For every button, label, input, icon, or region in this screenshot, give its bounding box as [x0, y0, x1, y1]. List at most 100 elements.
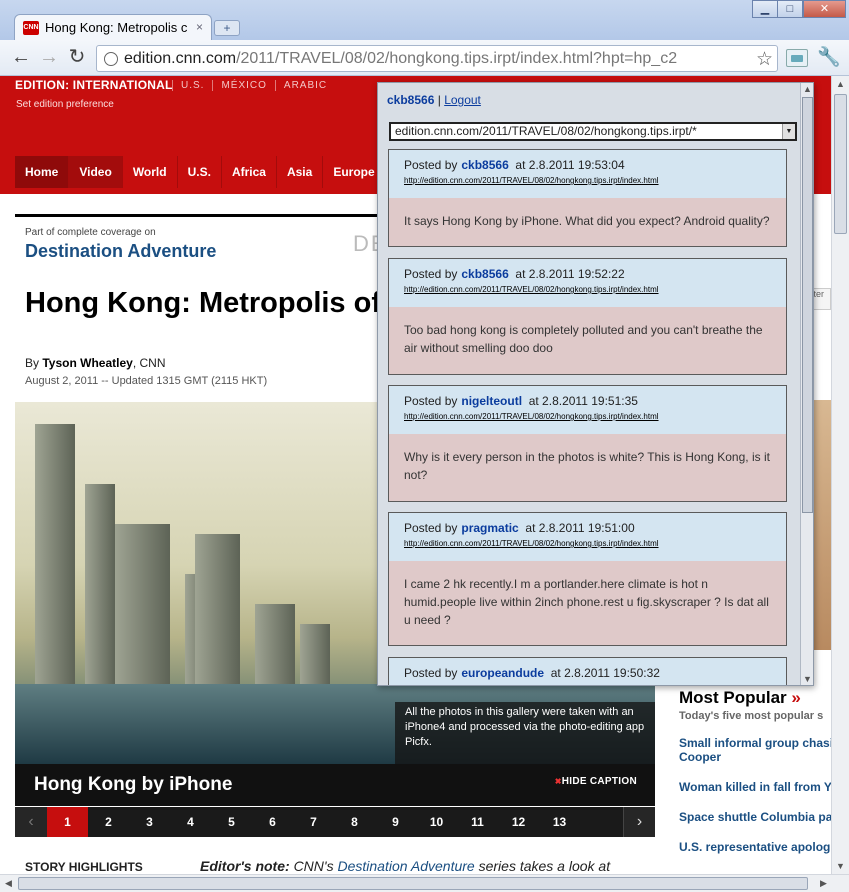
- forward-button[interactable]: →: [38, 47, 60, 69]
- comment-meta: Posted by ckb8566 at 2.8.2011 19:52:22: [404, 267, 786, 281]
- browser-tab[interactable]: CNN Hong Kong: Metropolis c ×: [14, 14, 212, 40]
- pager-page[interactable]: 12: [498, 807, 539, 837]
- nav-asia[interactable]: Asia: [276, 156, 324, 188]
- reload-button[interactable]: ↻: [66, 47, 88, 69]
- nav-us[interactable]: U.S.: [177, 156, 222, 188]
- nav-video[interactable]: Video: [69, 156, 123, 188]
- popup-username[interactable]: ckb8566: [387, 93, 434, 107]
- popular-item[interactable]: Small informal group chasi: [679, 736, 831, 750]
- popup-user-bar: ckb8566 | Logout: [387, 93, 481, 107]
- pager-page[interactable]: 11: [457, 807, 498, 837]
- comment-card: Posted by europeandude at 2.8.2011 19:50:…: [388, 657, 787, 685]
- hide-caption-button[interactable]: HIDE CAPTION: [555, 776, 637, 787]
- wrench-icon[interactable]: 🔧: [817, 45, 841, 69]
- star-icon[interactable]: ☆: [756, 48, 773, 71]
- popular-item[interactable]: Space shuttle Columbia pa: [679, 810, 831, 824]
- comment-user[interactable]: nigelteoutl: [461, 394, 522, 408]
- pager-next-button[interactable]: ›: [623, 807, 655, 837]
- scroll-down-icon[interactable]: ▼: [803, 674, 812, 684]
- close-window-button[interactable]: ✕: [803, 0, 846, 18]
- comment-user[interactable]: europeandude: [461, 666, 544, 680]
- most-popular-panel: Most Popular Today's five most popular s…: [667, 688, 831, 854]
- pager-page[interactable]: 8: [334, 807, 375, 837]
- logout-link[interactable]: Logout: [444, 93, 481, 107]
- pager-page[interactable]: 3: [129, 807, 170, 837]
- scroll-thumb[interactable]: [18, 877, 808, 890]
- pager-page[interactable]: 9: [375, 807, 416, 837]
- most-popular-heading[interactable]: Most Popular: [679, 688, 831, 708]
- browser-toolbar: ← → ↻ edition.cnn.com/2011/TRAVEL/08/02/…: [0, 40, 849, 76]
- comment-card: Posted by nigelteoutl at 2.8.2011 19:51:3…: [388, 385, 787, 502]
- popular-item[interactable]: Woman killed in fall from Yo: [679, 780, 831, 794]
- set-edition-link[interactable]: Set edition preference: [16, 99, 114, 110]
- comment-card: Posted by pragmatic at 2.8.2011 19:51:00 …: [388, 512, 787, 646]
- author-name[interactable]: Tyson Wheatley: [42, 356, 132, 370]
- comment-user[interactable]: ckb8566: [461, 158, 508, 172]
- pager-prev-button[interactable]: ‹: [15, 807, 47, 837]
- page-vertical-scrollbar[interactable]: ▲ ▼: [831, 76, 849, 874]
- most-popular-sub: Today's five most popular s: [679, 710, 824, 722]
- article-byline: By Tyson Wheatley, CNN: [25, 356, 166, 370]
- popular-item[interactable]: Cooper: [679, 750, 831, 764]
- gallery-title: Hong Kong by iPhone: [34, 774, 233, 795]
- scroll-left-icon[interactable]: ◀: [5, 878, 12, 889]
- address-url[interactable]: edition.cnn.com/2011/TRAVEL/08/02/hongko…: [124, 50, 677, 68]
- comment-link[interactable]: http://edition.cnn.com/2011/TRAVEL/08/02…: [404, 412, 786, 421]
- comment-meta: Posted by pragmatic at 2.8.2011 19:51:00: [404, 521, 786, 535]
- pager-page[interactable]: 7: [293, 807, 334, 837]
- pager-page[interactable]: 1: [47, 807, 88, 837]
- editors-note-link[interactable]: Destination Adventure: [337, 858, 474, 874]
- cnn-favicon-icon: CNN: [23, 21, 39, 35]
- scroll-thumb[interactable]: [834, 94, 847, 234]
- comment-posted-by: Posted by: [404, 394, 458, 408]
- maximize-button[interactable]: □: [777, 0, 803, 18]
- scroll-up-icon[interactable]: ▲: [803, 84, 812, 94]
- photo-building: [195, 534, 240, 694]
- pager-page[interactable]: 5: [211, 807, 252, 837]
- pager-page[interactable]: 10: [416, 807, 457, 837]
- chevron-down-icon[interactable]: ▼: [782, 124, 795, 139]
- extension-icon[interactable]: [786, 49, 808, 67]
- byline-source: , CNN: [132, 356, 166, 370]
- comment-user[interactable]: ckb8566: [461, 267, 508, 281]
- pager-page[interactable]: 2: [88, 807, 129, 837]
- comments-popup: ckb8566 | Logout edition.cnn.com/2011/TR…: [377, 82, 814, 686]
- comment-header: Posted by ckb8566 at 2.8.2011 19:52:22 ht…: [389, 259, 786, 307]
- globe-icon: [104, 52, 118, 66]
- comment-posted-by: Posted by: [404, 521, 458, 535]
- new-tab-button[interactable]: +: [214, 20, 240, 36]
- story-highlights-heading: STORY HIGHLIGHTS: [25, 860, 143, 874]
- address-bar[interactable]: edition.cnn.com/2011/TRAVEL/08/02/hongko…: [96, 45, 778, 72]
- edition-link-arabic[interactable]: ARABIC: [274, 80, 336, 91]
- coverage-title[interactable]: Destination Adventure: [25, 241, 216, 262]
- edition-link-mexico[interactable]: MÉXICO: [212, 80, 275, 91]
- comment-link[interactable]: http://edition.cnn.com/2011/TRAVEL/08/02…: [404, 539, 786, 548]
- url-filter-value: edition.cnn.com/2011/TRAVEL/08/02/hongko…: [395, 124, 697, 138]
- comment-time: at 2.8.2011 19:51:00: [525, 521, 635, 535]
- url-filter-select[interactable]: edition.cnn.com/2011/TRAVEL/08/02/hongko…: [389, 122, 797, 141]
- pager-page[interactable]: 6: [252, 807, 293, 837]
- scroll-down-icon[interactable]: ▼: [836, 861, 845, 871]
- chevron-left-icon: ‹: [28, 813, 34, 830]
- page-horizontal-scrollbar[interactable]: ◀ ▶: [0, 874, 849, 892]
- minimize-button[interactable]: ▁: [752, 0, 778, 18]
- scroll-right-icon[interactable]: ▶: [820, 878, 827, 889]
- comment-posted-by: Posted by: [404, 158, 458, 172]
- nav-home[interactable]: Home: [15, 156, 70, 188]
- popup-scrollbar[interactable]: ▲ ▼: [800, 83, 813, 685]
- edition-link-us[interactable]: U.S.: [172, 80, 213, 91]
- nav-africa[interactable]: Africa: [221, 156, 277, 188]
- comment-link[interactable]: http://edition.cnn.com/2011/TRAVEL/08/02…: [404, 176, 786, 185]
- back-button[interactable]: ←: [10, 47, 32, 69]
- pager-page[interactable]: 4: [170, 807, 211, 837]
- nav-world[interactable]: World: [122, 156, 178, 188]
- tab-close-icon[interactable]: ×: [196, 20, 203, 34]
- comment-text: I came 2 hk recently.I m a portlander.he…: [404, 577, 769, 627]
- reload-icon: ↻: [68, 46, 86, 68]
- scroll-up-icon[interactable]: ▲: [836, 79, 845, 89]
- comment-link[interactable]: http://edition.cnn.com/2011/TRAVEL/08/02…: [404, 285, 786, 294]
- popup-scroll-thumb[interactable]: [802, 97, 813, 513]
- comment-user[interactable]: pragmatic: [461, 521, 518, 535]
- popular-item[interactable]: U.S. representative apologi: [679, 840, 831, 854]
- pager-page[interactable]: 13: [539, 807, 580, 837]
